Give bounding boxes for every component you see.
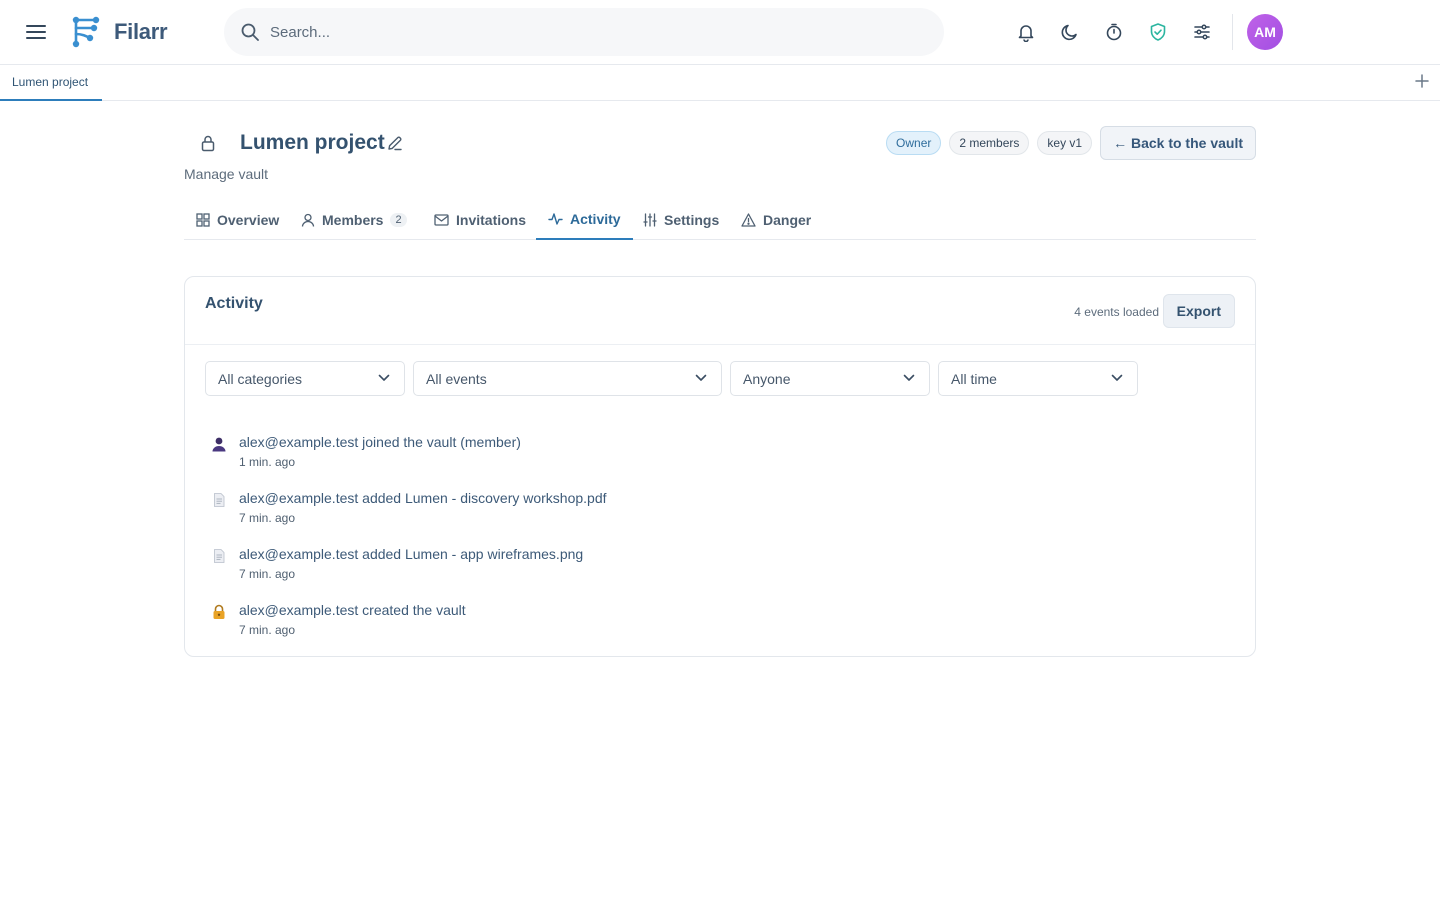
event-description: alex@example.test joined the vault (memb… bbox=[239, 434, 521, 450]
document-icon bbox=[214, 549, 225, 563]
document-icon bbox=[214, 493, 225, 507]
chevron-down-icon bbox=[903, 374, 915, 381]
shield-check-icon[interactable] bbox=[1146, 20, 1170, 44]
filarr-logo-icon[interactable] bbox=[70, 14, 102, 50]
event-timestamp: 7 min. ago bbox=[239, 567, 296, 581]
actor-filter-value: Anyone bbox=[743, 370, 791, 387]
category-filter-select[interactable]: All categories bbox=[205, 361, 405, 396]
search-input[interactable] bbox=[270, 8, 930, 56]
time-filter-value: All time bbox=[951, 370, 997, 387]
activity-event: alex@example.test added Lumen - discover… bbox=[205, 490, 1105, 530]
actor-filter-select[interactable]: Anyone bbox=[730, 361, 930, 396]
sliders-icon bbox=[643, 213, 657, 227]
tab-label: Members bbox=[322, 212, 384, 228]
page-subtitle: Manage vault bbox=[184, 166, 269, 182]
key-version-badge: key v1 bbox=[1037, 131, 1093, 155]
user-avatar[interactable]: AM bbox=[1247, 14, 1283, 50]
tab-invitations[interactable]: Invitations bbox=[422, 200, 538, 240]
mail-icon bbox=[434, 214, 449, 226]
warning-icon bbox=[741, 213, 756, 227]
moon-icon[interactable] bbox=[1058, 20, 1082, 44]
top-bar: Filarr AM bbox=[0, 0, 1440, 65]
tab-overview[interactable]: Overview bbox=[184, 200, 291, 240]
tab-label: Activity bbox=[570, 211, 621, 227]
events-loaded-count: 4 events loaded bbox=[1074, 305, 1159, 319]
members-count-badge: 2 members bbox=[949, 131, 1030, 155]
back-to-vault-button[interactable]: ← Back to the vault bbox=[1100, 126, 1256, 160]
section-tabs: Overview Members 2 Invitations Activity … bbox=[184, 200, 1256, 240]
lock-icon bbox=[201, 135, 215, 152]
event-filter-select[interactable]: All events bbox=[413, 361, 722, 396]
tab-danger[interactable]: Danger bbox=[729, 200, 823, 240]
tab-label: Settings bbox=[664, 212, 720, 228]
chevron-down-icon bbox=[378, 374, 390, 381]
time-filter-select[interactable]: All time bbox=[938, 361, 1138, 396]
members-count: 2 bbox=[390, 213, 407, 227]
open-tab-lumen-project[interactable]: Lumen project bbox=[0, 65, 102, 101]
role-badge: Owner bbox=[886, 131, 942, 155]
user-joined-icon bbox=[212, 437, 226, 452]
event-timestamp: 7 min. ago bbox=[239, 511, 296, 525]
chevron-down-icon bbox=[1111, 374, 1123, 381]
vault-badges: Owner 2 members key v1 ← Back to the vau… bbox=[886, 126, 1256, 160]
settings-sliders-icon[interactable] bbox=[1190, 20, 1214, 44]
padlock-icon bbox=[213, 604, 225, 619]
user-icon bbox=[301, 213, 315, 227]
event-description: alex@example.test added Lumen - app wire… bbox=[239, 546, 584, 562]
tab-label: Overview bbox=[217, 212, 280, 228]
tab-activity[interactable]: Activity bbox=[536, 200, 633, 240]
toolbar-divider bbox=[1232, 14, 1233, 50]
brand-name: Filarr bbox=[114, 19, 168, 44]
activity-card-header: Activity 4 events loaded Export bbox=[185, 277, 1255, 345]
tab-members[interactable]: Members 2 bbox=[289, 200, 419, 240]
search-bar bbox=[224, 8, 944, 56]
event-timestamp: 1 min. ago bbox=[239, 455, 296, 469]
activity-event: alex@example.test joined the vault (memb… bbox=[205, 434, 1105, 474]
edit-pencil-icon[interactable] bbox=[386, 134, 404, 152]
tab-label: Invitations bbox=[456, 212, 527, 228]
export-button[interactable]: Export bbox=[1162, 294, 1235, 328]
page-title: Lumen project bbox=[240, 131, 385, 154]
menu-button[interactable] bbox=[24, 20, 48, 44]
document-tab-strip: Lumen project bbox=[0, 65, 1440, 101]
event-filter-value: All events bbox=[426, 370, 487, 387]
notifications-bell-icon[interactable] bbox=[1014, 20, 1038, 44]
activity-event: alex@example.test added Lumen - app wire… bbox=[205, 546, 1105, 586]
activity-card: Activity 4 events loaded Export All cate… bbox=[184, 276, 1256, 657]
add-tab-plus-icon[interactable] bbox=[1412, 71, 1432, 91]
tab-settings[interactable]: Settings bbox=[631, 200, 731, 240]
chevron-down-icon bbox=[695, 374, 707, 381]
tab-label: Danger bbox=[763, 212, 812, 228]
timer-icon[interactable] bbox=[1102, 20, 1126, 44]
activity-icon bbox=[548, 213, 563, 225]
event-description: alex@example.test created the vault bbox=[239, 602, 466, 618]
category-filter-value: All categories bbox=[218, 370, 303, 387]
activity-event: alex@example.test created the vault 7 mi… bbox=[205, 602, 1105, 642]
search-icon bbox=[241, 23, 259, 41]
activity-title: Activity bbox=[205, 295, 263, 312]
event-description: alex@example.test added Lumen - discover… bbox=[239, 490, 607, 506]
event-timestamp: 7 min. ago bbox=[239, 623, 296, 637]
grid-icon bbox=[196, 213, 210, 227]
